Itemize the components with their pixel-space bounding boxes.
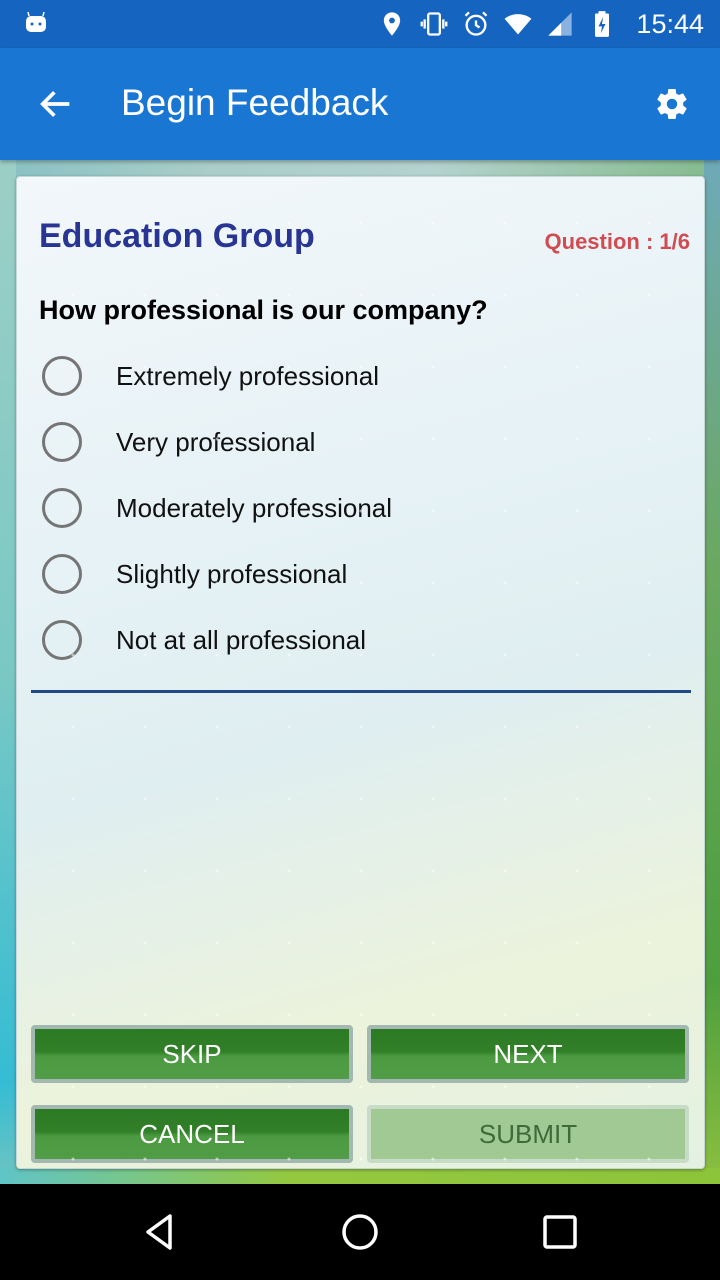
submit-button[interactable]: SUBMIT [367,1105,689,1163]
radio-button[interactable] [42,620,82,660]
signal-icon [548,12,573,36]
option-extremely-professional[interactable]: Extremely professional [39,343,679,409]
option-slightly-professional[interactable]: Slightly professional [39,541,679,607]
option-label: Extremely professional [116,360,379,391]
option-moderately-professional[interactable]: Moderately professional [39,475,679,541]
navigation-bar [0,1184,720,1280]
radio-button[interactable] [42,488,82,528]
option-label: Not at all professional [116,624,367,655]
group-title: Education Group [39,217,315,255]
next-button[interactable]: NEXT [367,1025,689,1083]
skip-button[interactable]: SKIP [31,1025,353,1083]
option-very-professional[interactable]: Very professional [39,409,679,475]
options-radio-group: Extremely professional Very professional… [39,343,679,673]
page-title: Begin Feedback [121,82,389,123]
battery-charging-icon [595,11,610,37]
option-label: Very professional [116,426,316,457]
arrow-left-icon[interactable] [36,84,76,124]
wifi-icon [505,14,532,35]
radio-button[interactable] [42,422,82,462]
question-text: How professional is our company? [39,295,488,325]
survey-card: Education Group Question : 1/6 How profe… [16,176,705,1169]
android-icon [26,11,46,32]
nav-recents-icon[interactable] [538,1210,582,1254]
radio-button[interactable] [42,554,82,594]
option-not-at-all-professional[interactable]: Not at all professional [39,607,679,673]
alarm-icon [465,11,488,36]
cancel-button[interactable]: CANCEL [31,1105,353,1163]
question-counter: Question : 1/6 [544,229,690,254]
radio-button[interactable] [42,356,82,396]
app-bar: Begin Feedback [0,48,720,160]
location-icon [384,12,401,36]
divider [31,690,691,693]
option-label: Slightly professional [116,558,348,589]
clock: 15:44 [636,8,704,39]
option-label: Moderately professional [116,492,393,523]
status-bar: 15:44 [0,0,720,48]
nav-home-icon[interactable] [338,1210,382,1254]
vibrate-icon [421,12,448,36]
gear-icon[interactable] [654,86,690,122]
nav-back-icon[interactable] [138,1210,182,1254]
